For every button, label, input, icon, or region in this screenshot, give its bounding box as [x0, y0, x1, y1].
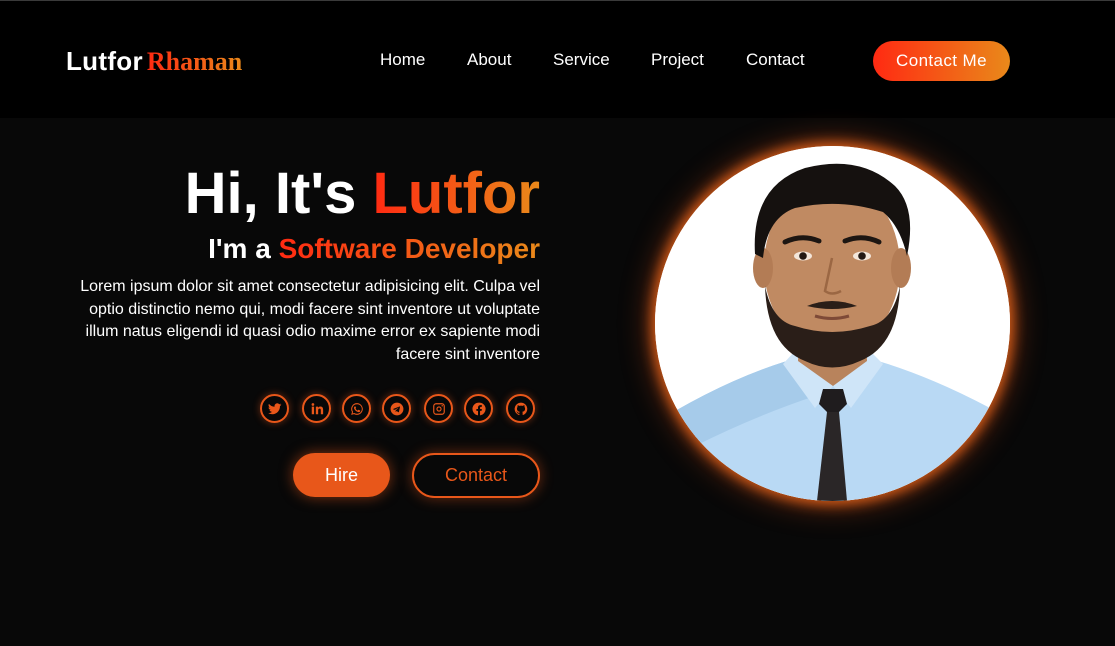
nav-home[interactable]: Home: [380, 50, 425, 70]
nav-project[interactable]: Project: [651, 50, 704, 70]
site-header: Lutfor Rhaman Home About Service Project …: [0, 1, 1115, 118]
github-icon: [514, 402, 527, 415]
hire-button[interactable]: Hire: [293, 453, 390, 497]
contact-me-button[interactable]: Contact Me: [873, 41, 1010, 81]
instagram-icon: [432, 402, 445, 415]
hero-greeting: Hi, It's: [184, 161, 373, 226]
whatsapp-link[interactable]: [342, 394, 371, 423]
telegram-link[interactable]: [382, 394, 411, 423]
role-prefix: I'm a: [208, 233, 279, 264]
twitter-icon: [267, 402, 281, 414]
nav-service[interactable]: Service: [553, 50, 610, 70]
hero-description: Lorem ipsum dolor sit amet consectetur a…: [80, 278, 540, 363]
hero-name: Lutfor: [372, 161, 541, 226]
facebook-icon: [471, 402, 486, 415]
contact-button[interactable]: Contact: [412, 453, 540, 498]
facebook-link[interactable]: [464, 394, 493, 423]
whatsapp-icon: [350, 402, 363, 415]
hero-title: Hi, It's Lutfor: [185, 160, 540, 228]
profile-illustration: [655, 146, 1010, 501]
linkedin-icon: [311, 402, 323, 414]
nav-about[interactable]: About: [467, 50, 511, 70]
github-link[interactable]: [506, 394, 535, 423]
telegram-icon: [390, 402, 403, 415]
role-title: Software Developer: [278, 233, 540, 264]
instagram-link[interactable]: [424, 394, 453, 423]
nav-contact[interactable]: Contact: [746, 50, 805, 70]
hero-subtitle: I'm a Software Developer: [208, 232, 540, 266]
linkedin-link[interactable]: [302, 394, 331, 423]
profile-photo: [655, 146, 1010, 501]
portfolio-page: Lutfor Rhaman Home About Service Project …: [0, 0, 1115, 646]
twitter-link[interactable]: [260, 394, 289, 423]
